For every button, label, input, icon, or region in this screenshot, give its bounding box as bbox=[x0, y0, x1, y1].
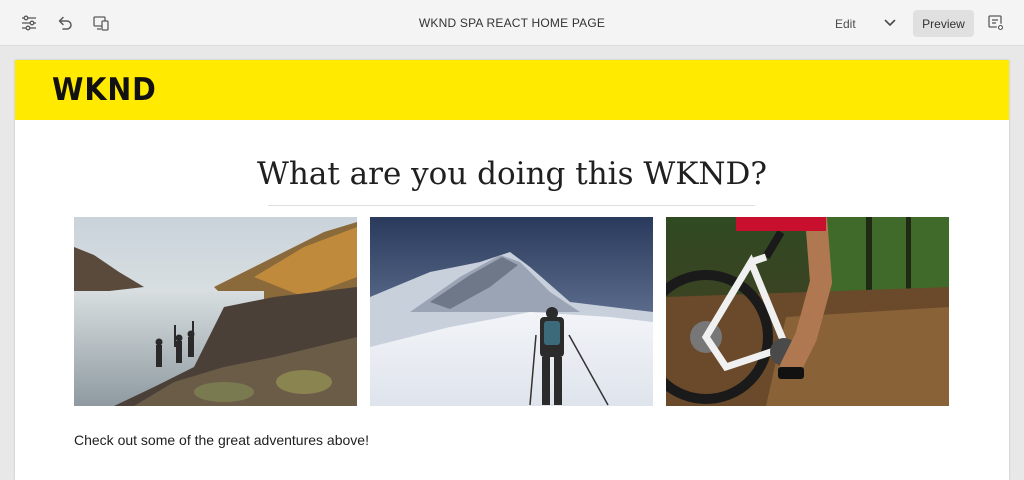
page-caption: Check out some of the great adventures a… bbox=[74, 432, 369, 448]
page-canvas: WKND What are you doing this WKND? Check… bbox=[15, 60, 1009, 480]
image-snowy-peak-climber[interactable] bbox=[370, 217, 653, 406]
page-title: WKND SPA REACT HOME PAGE bbox=[418, 16, 606, 30]
mode-selector-label[interactable]: Edit bbox=[835, 17, 856, 31]
page-headline: What are you doing this WKND? bbox=[257, 156, 767, 192]
site-header: WKND bbox=[15, 60, 1009, 120]
chevron-down-icon[interactable] bbox=[879, 12, 901, 34]
image-lakeshore-hikers[interactable] bbox=[74, 217, 357, 406]
image-mountain-bike-trail[interactable] bbox=[666, 217, 949, 406]
headline-divider bbox=[268, 205, 755, 206]
annotations-icon[interactable] bbox=[984, 11, 1008, 35]
preview-button[interactable]: Preview bbox=[913, 10, 974, 37]
site-logo[interactable]: WKND bbox=[52, 72, 157, 108]
editor-toolbar: WKND SPA REACT HOME PAGE Edit Preview bbox=[0, 0, 1024, 46]
